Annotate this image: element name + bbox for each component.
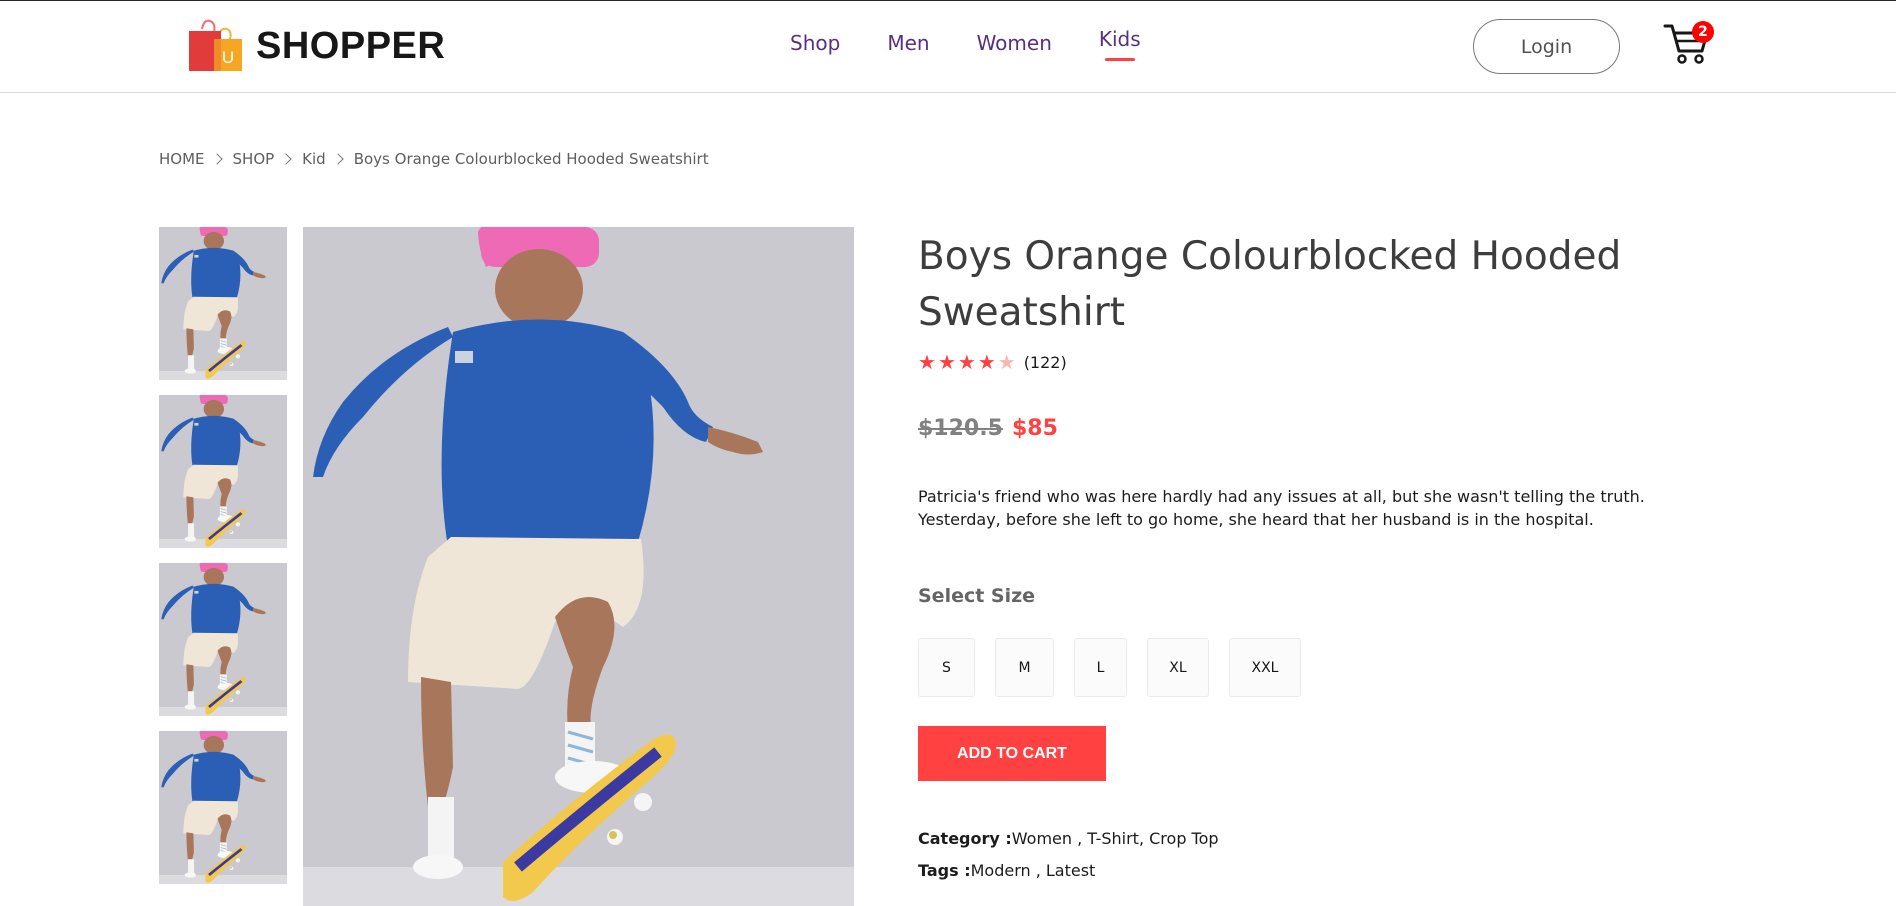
product-thumbnail[interactable] [159,731,287,884]
thumbnail-list [159,227,287,884]
product-title: Boys Orange Colourblocked Hooded Sweatsh… [918,234,1622,335]
size-option-m[interactable]: M [995,638,1054,697]
shopping-bags-icon: U [188,19,244,73]
breadcrumb-shop[interactable]: SHOP [233,150,275,168]
size-option-xxl[interactable]: XXL [1229,638,1301,697]
product-thumbnail[interactable] [159,563,287,716]
star-filled-icon: ★ [937,350,956,374]
size-option-l[interactable]: L [1074,638,1127,697]
brand-name: SHOPPER [256,24,446,67]
nav-item-label: Kids [1098,27,1141,51]
logo-letter: U [222,48,234,67]
product-rating: ★ ★ ★ ★ ★ (122) [918,352,1067,372]
nav-item-men[interactable]: Men [887,31,929,67]
size-option-s[interactable]: S [918,638,975,697]
tags-label: Tags : [918,861,971,880]
star-filled-icon: ★ [918,350,936,374]
chevron-right-icon [332,153,344,165]
nav-menu: Shop Men Women Kids [790,27,1141,67]
tags-value: Modern , Latest [970,861,1096,880]
logo[interactable]: U SHOPPER [188,19,445,73]
star-filled-icon: ★ [957,350,976,374]
star-empty-icon: ★ [997,350,1016,374]
size-selector: S M L XL XXL [918,638,1321,697]
review-count: (122) [1023,352,1067,372]
login-button[interactable]: Login [1473,19,1620,74]
chevron-right-icon [210,153,223,165]
size-option-xl[interactable]: XL [1147,638,1209,697]
new-price: $85 [1012,416,1058,441]
size-label: Select Size [918,585,1036,607]
category-value: Women , T-Shirt, Crop Top [1011,829,1219,848]
product-description: Patricia's friend who was here hardly ha… [918,487,1645,529]
nav-item-shop[interactable]: Shop [790,31,840,67]
nav-item-label: Women [976,31,1052,55]
product-thumbnail[interactable] [159,227,287,380]
product-main-image [303,227,854,906]
product-thumbnail[interactable] [159,395,287,548]
category-label: Category : [918,829,1012,848]
old-price: $120.5 [918,416,1003,441]
add-to-cart-button[interactable]: ADD TO CART [918,726,1106,781]
nav-item-label: Men [887,31,930,55]
nav-item-women[interactable]: Women [977,31,1052,67]
breadcrumb-home[interactable]: HOME [159,150,205,168]
breadcrumb-current: Boys Orange Colourblocked Hooded Sweatsh… [353,150,709,168]
star-filled-icon: ★ [977,350,996,374]
active-nav-indicator [1104,58,1135,61]
breadcrumb-kid[interactable]: Kid [302,150,326,168]
cart-count-badge: 2 [1692,21,1714,43]
nav-item-kids[interactable]: Kids [1099,27,1141,63]
product-category: Category :Women , T-Shirt, Crop Top [918,829,1219,848]
breadcrumb: HOME SHOP Kid Boys Orange Colourblocked … [159,150,709,168]
nav-item-label: Shop [790,31,841,55]
navbar: U SHOPPER Shop Men Women Kids Login 2 [0,1,1896,93]
product-tags: Tags :Modern , Latest [918,861,1095,880]
chevron-right-icon [280,153,292,165]
